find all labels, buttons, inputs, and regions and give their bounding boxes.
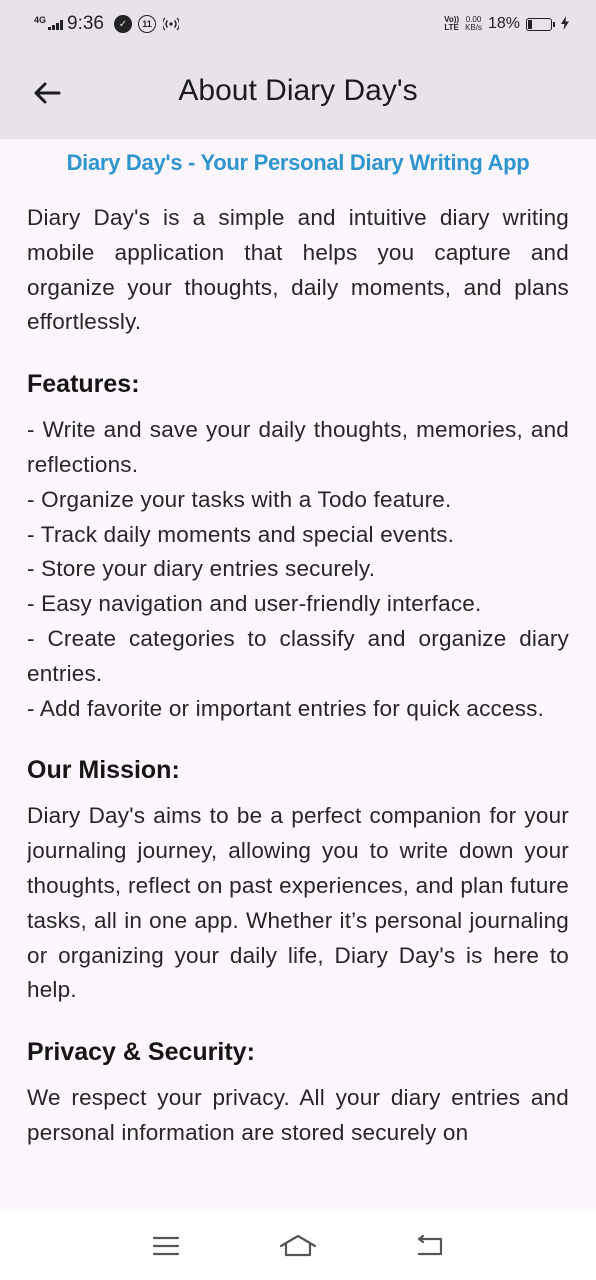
feature-item: - Easy navigation and user-friendly inte… [27,591,482,617]
features-heading: Features: [27,370,140,399]
feature-item: - Write and save your daily thoughts, me… [27,417,569,477]
lte-label: LTE [444,23,459,32]
recent-apps-button[interactable] [146,1226,186,1266]
check-circle-icon: ✓ [114,15,132,33]
network-speed: 0.00 KB/s [465,16,482,32]
status-bar-left: 4G 9:36 ✓ 11 [34,13,186,35]
back-return-icon [417,1234,443,1255]
back-nav-button[interactable] [410,1226,450,1266]
hotspot-icon [162,15,180,33]
battery-percent: 18% [487,15,520,32]
volte-indicator: Vo)) LTE [444,16,459,32]
status-bar: 4G 9:36 ✓ 11 Vo)) LTE 0.00 KB/s 18% [0,0,596,48]
speed-unit: KB/s [465,23,482,32]
feature-item: - Create categories to classify and orga… [27,625,569,686]
page-title: About Diary Day's [178,74,418,107]
charging-bolt-icon [560,15,570,33]
status-bar-right: Vo)) LTE 0.00 KB/s 18% [444,15,570,33]
home-icon [279,1234,317,1256]
clock: 9:36 [67,13,104,34]
mission-heading: Our Mission: [27,756,180,785]
feature-item: - Track daily moments and special events… [27,521,455,547]
feature-item: - Organize your tasks with a Todo featur… [27,486,452,512]
app-subtitle: Diary Day's - Your Personal Diary Writin… [66,150,530,175]
system-nav-bar [0,1211,596,1280]
app-bar: About Diary Day's [0,48,596,139]
mission-paragraph: Diary Day's aims to be a perfect compani… [27,803,569,1003]
privacy-paragraph: We respect your privacy. All your diary … [27,1085,569,1145]
home-button[interactable] [278,1226,318,1266]
battery-fill [528,19,532,29]
network-type: 4G [34,15,47,25]
menu-lines-icon [152,1236,180,1255]
eleven-badge-icon: 11 [138,15,156,33]
privacy-heading: Privacy & Security: [27,1038,255,1067]
about-content[interactable]: Diary Day's - Your Personal Diary Writin… [27,139,569,1211]
features-list: - Write and save your daily thoughts, me… [27,413,569,726]
intro-paragraph: Diary Day's is a simple and intuitive di… [27,205,569,335]
battery-icon [526,17,555,31]
feature-item: - Add favorite or important entries for … [27,695,545,721]
feature-item: - Store your diary entries securely. [27,556,376,582]
signal-icon [48,18,64,30]
